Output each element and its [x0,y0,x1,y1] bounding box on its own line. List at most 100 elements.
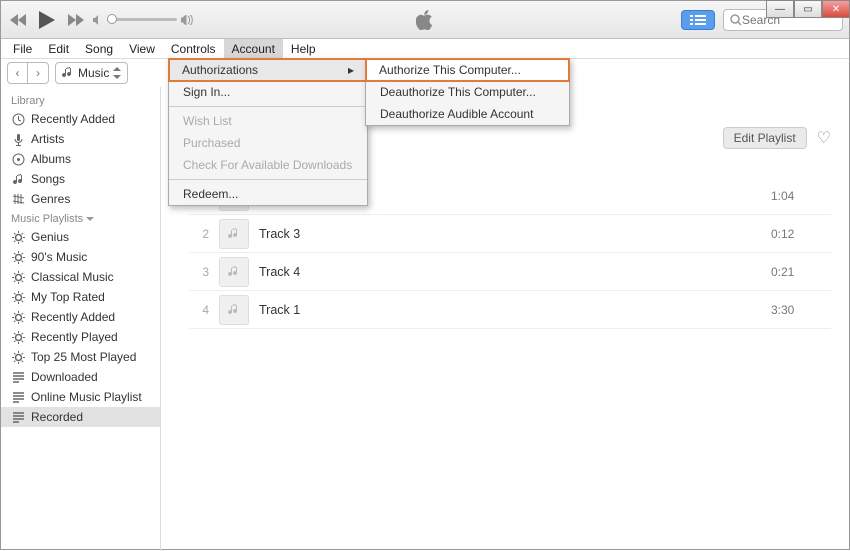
menu-item-check-for-available-downloads: Check For Available Downloads [169,154,367,176]
titlebar: — ▭ ✕ [1,1,849,39]
menu-item-label: Authorizations [182,63,258,77]
sidebar-item-top-25-most-played[interactable]: Top 25 Most Played [1,347,160,367]
sidebar-item-label: Recently Added [31,310,115,324]
menu-account[interactable]: Account [224,39,283,58]
sidebar-item-label: My Top Rated [31,290,105,304]
sidebar-item-online-music-playlist[interactable]: Online Music Playlist [1,387,160,407]
track-number: 2 [189,227,209,241]
gear-icon [11,331,25,344]
maximize-button[interactable]: ▭ [794,0,822,18]
forward-button[interactable]: › [28,63,48,83]
sidebar-item-label: Genius [31,230,69,244]
submenu-item-deauthorize-audible-account[interactable]: Deauthorize Audible Account [366,103,569,125]
menu-item-label: Check For Available Downloads [183,158,352,172]
mic-icon [11,133,25,146]
track-duration: 3:30 [771,303,831,317]
sidebar-item-albums[interactable]: Albums [1,149,160,169]
account-menu: Authorizations ▸ Sign In... Wish List Purcha… [168,58,368,206]
list-view-button[interactable] [681,10,715,30]
close-button[interactable]: ✕ [822,0,850,18]
menu-edit[interactable]: Edit [40,39,77,58]
sidebar-item-label: 90's Music [31,250,87,264]
love-button[interactable]: ♡ [817,128,831,148]
track-art [219,257,249,287]
track-row[interactable]: 4 Track 13:30 [189,291,831,329]
minimize-button[interactable]: — [766,0,794,18]
volume-slider[interactable] [93,15,193,25]
sidebar-item-recently-added[interactable]: Recently Added [1,109,160,129]
track-number: 4 [189,303,209,317]
sidebar-item-downloaded[interactable]: Downloaded [1,367,160,387]
sidebar-item-label: Songs [31,172,65,186]
menu-view[interactable]: View [121,39,163,58]
sidebar-item-genres[interactable]: Genres [1,189,160,209]
menu-controls[interactable]: Controls [163,39,224,58]
sidebar-item-recorded[interactable]: Recorded [1,407,160,427]
search-icon [730,14,742,26]
sidebar: Library Recently Added Artists Albums Songs… [1,87,161,551]
submenu-item-authorize-this-computer[interactable]: Authorize This Computer... [365,58,570,82]
sidebar-item-label: Albums [31,152,71,166]
play-button[interactable] [33,6,61,34]
prev-button[interactable] [7,9,29,31]
sidebar-item-label: Recorded [31,410,83,424]
track-row[interactable]: 2Track 30:12 [189,215,831,253]
gear-icon [11,251,25,264]
gear-icon [11,271,25,284]
guitar-icon [11,193,25,206]
chevron-down-icon[interactable] [86,215,94,223]
menu-file[interactable]: File [5,39,40,58]
sidebar-item-90-s-music[interactable]: 90's Music [1,247,160,267]
sidebar-playlists-label: Music Playlists [11,213,83,225]
chevron-updown-icon [113,67,121,79]
menu-item-purchased: Purchased [169,132,367,154]
track-duration: 0:12 [771,227,831,241]
menu-item-label: Wish List [183,114,232,128]
track-art [219,295,249,325]
track-row[interactable]: 3Track 40:21 [189,253,831,291]
media-selector[interactable]: Music [55,62,128,84]
gear-icon [11,291,25,304]
submenu-item-deauthorize-this-computer[interactable]: Deauthorize This Computer... [366,81,569,103]
menu-item-redeem[interactable]: Redeem... [169,183,367,205]
track-art [219,219,249,249]
track-title: Track 1 [259,303,771,317]
sidebar-item-label: Online Music Playlist [31,390,142,404]
sidebar-head-playlists: Music Playlists [1,209,160,227]
menu-item-authorizations[interactable]: Authorizations ▸ [168,58,368,82]
menu-item-label: Purchased [183,136,240,150]
sidebar-item-recently-added[interactable]: Recently Added [1,307,160,327]
menu-item-label: Redeem... [183,187,238,201]
sidebar-item-classical-music[interactable]: Classical Music [1,267,160,287]
sidebar-item-recently-played[interactable]: Recently Played [1,327,160,347]
note-icon [11,173,25,186]
sidebar-item-songs[interactable]: Songs [1,169,160,189]
menu-song[interactable]: Song [77,39,121,58]
playback-controls [7,6,87,34]
edit-playlist-button[interactable]: Edit Playlist [723,127,807,149]
list-icon [11,411,25,424]
menubar: FileEditSongViewControlsAccountHelp [1,39,849,59]
sidebar-item-label: Recently Added [31,112,115,126]
gear-icon [11,231,25,244]
sidebar-item-artists[interactable]: Artists [1,129,160,149]
sidebar-item-my-top-rated[interactable]: My Top Rated [1,287,160,307]
sidebar-item-label: Recently Played [31,330,118,344]
sidebar-item-label: Genres [31,192,70,206]
track-title: Track 4 [259,265,771,279]
sidebar-item-label: Downloaded [31,370,98,384]
track-duration: 1:04 [771,189,831,203]
next-button[interactable] [65,9,87,31]
menu-item-sign-in[interactable]: Sign In... [169,81,367,103]
sidebar-item-label: Top 25 Most Played [31,350,136,364]
back-button[interactable]: ‹ [8,63,28,83]
chevron-right-icon: ▸ [348,63,354,77]
menu-help[interactable]: Help [283,39,324,58]
music-note-icon [62,67,74,79]
sidebar-item-genius[interactable]: Genius [1,227,160,247]
gear-icon [11,311,25,324]
apple-logo-icon [416,10,434,30]
sidebar-head-library: Library [1,91,160,109]
volume-high-icon [181,15,193,25]
back-forward: ‹ › [7,62,49,84]
